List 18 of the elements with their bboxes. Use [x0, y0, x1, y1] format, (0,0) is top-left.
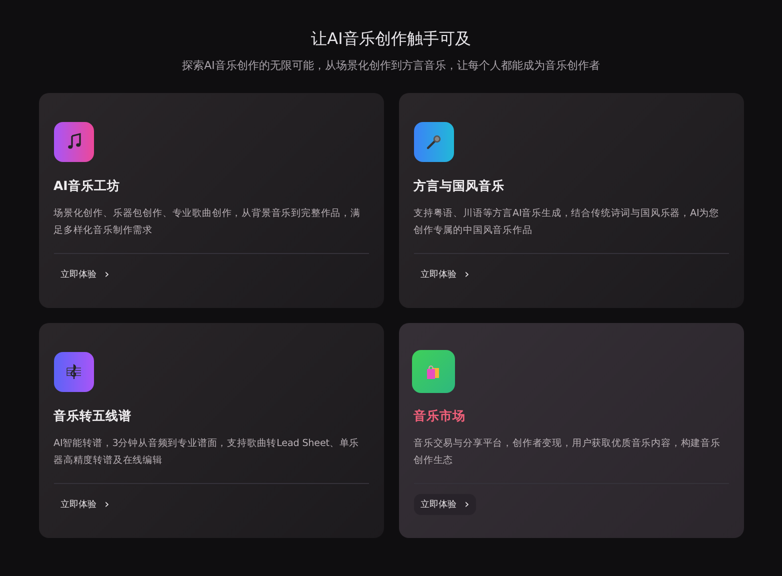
card-description: AI智能转谱，3分钟从音频到专业谱面，支持歌曲转Lead Sheet、单乐器高精度转谱及在线编辑: [54, 437, 360, 468]
card-title: 音乐转五线谱: [54, 407, 132, 425]
card-title: 方言与国风音乐: [414, 177, 504, 195]
card-title: 音乐市场: [414, 407, 466, 425]
page-subtitle: 探索AI音乐创作的无限可能，从场景化创作到方言音乐，让每个人都能成为音乐创作者: [182, 58, 600, 74]
music-note-icon: [54, 122, 94, 162]
card-description: 支持粤语、川语等方言AI音乐生成，结合传统诗词与国风乐器，AI为您创作专属的中国风音乐作品: [414, 207, 720, 238]
card-title: AI音乐工坊: [54, 177, 120, 195]
card-description: 音乐交易与分享平台，创作者变现，用户获取优质音乐内容，构建音乐创作生态: [414, 437, 722, 468]
shopping-bags-icon: [412, 350, 454, 393]
try-now-button[interactable]: 立即体验 ›: [414, 264, 476, 285]
microphone-icon: [414, 122, 454, 162]
page-title: 让AI音乐创作触手可及: [311, 28, 471, 50]
try-now-button[interactable]: 立即体验 ›: [54, 494, 116, 515]
treble-clef-icon: [54, 352, 94, 392]
try-now-button[interactable]: 立即体验 ›: [414, 494, 476, 515]
card-description: 场景化创作、乐器包创作、专业歌曲创作，从背景音乐到完整作品，满足多样化音乐制作需求: [54, 207, 362, 238]
try-now-button[interactable]: 立即体验 ›: [54, 264, 116, 285]
